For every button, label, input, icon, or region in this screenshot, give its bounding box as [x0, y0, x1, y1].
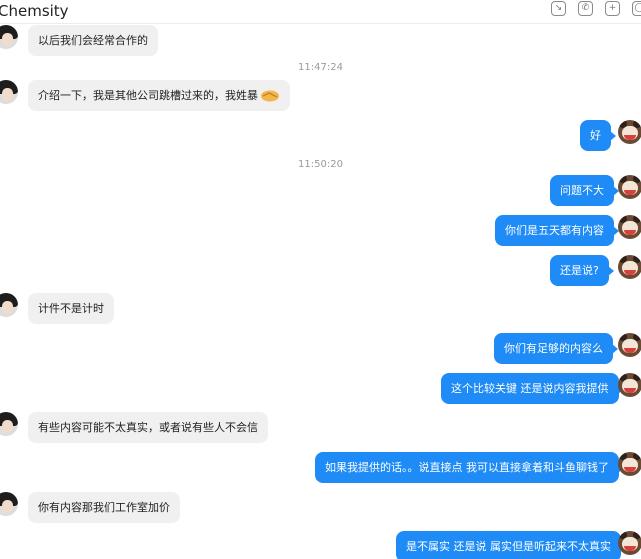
contact-avatar[interactable]: [0, 25, 18, 49]
message-bubble-outgoing[interactable]: 问题不大: [550, 175, 619, 206]
my-avatar[interactable]: [618, 215, 641, 239]
message-bubble-outgoing[interactable]: 这个比较关键 还是说内容我提供: [441, 373, 623, 404]
minimize-icon[interactable]: ↘: [551, 1, 566, 16]
message-bubble-outgoing[interactable]: 还是说?: [550, 255, 614, 286]
more-icon[interactable]: ◯: [632, 1, 641, 16]
contact-avatar[interactable]: [0, 492, 18, 516]
message-bubble-outgoing[interactable]: 是不属实 还是说 属实但是听起来不太真实: [396, 531, 626, 559]
my-avatar[interactable]: [618, 333, 641, 357]
contact-avatar[interactable]: [0, 412, 18, 436]
message-bubble-outgoing[interactable]: 如果我提供的话。。说直接点 我可以直接拿着和斗鱼聊钱了: [315, 452, 624, 483]
message-bubble-outgoing[interactable]: 你们有足够的内容么: [494, 333, 618, 364]
chat-header: Chemsity ↘ ✆ + ◯: [0, 0, 641, 24]
chat-title: Chemsity: [0, 2, 69, 20]
handshake-icon: [261, 90, 279, 102]
message-bubble-incoming[interactable]: 你有内容那我们工作室加价: [28, 492, 180, 523]
contact-avatar[interactable]: [0, 293, 18, 317]
my-avatar[interactable]: [618, 452, 641, 476]
my-avatar[interactable]: [618, 373, 641, 397]
message-bubble-incoming[interactable]: 有些内容可能不太真实，或者说有些人不会信: [28, 412, 268, 443]
message-bubble-incoming[interactable]: 介绍一下，我是其他公司跳槽过来的，我姓暴: [28, 80, 290, 111]
message-bubble-outgoing[interactable]: 你们是五天都有内容: [495, 215, 619, 246]
my-avatar[interactable]: [618, 531, 641, 555]
message-text: 介绍一下，我是其他公司跳槽过来的，我姓暴: [38, 89, 258, 102]
phone-icon[interactable]: ✆: [578, 1, 593, 16]
my-avatar[interactable]: [618, 120, 641, 144]
message-bubble-incoming[interactable]: 计件不是计时: [28, 293, 114, 324]
chat-area: 以后我们会经常合作的 11:47:24 介绍一下，我是其他公司跳槽过来的，我姓暴…: [0, 25, 641, 559]
timestamp: 11:50:20: [298, 159, 343, 170]
contact-avatar[interactable]: [0, 80, 18, 104]
my-avatar[interactable]: [618, 255, 641, 279]
add-icon[interactable]: +: [605, 1, 620, 16]
timestamp: 11:47:24: [298, 62, 343, 73]
message-bubble-incoming[interactable]: 以后我们会经常合作的: [28, 25, 158, 56]
message-bubble-outgoing[interactable]: 好: [580, 120, 616, 151]
my-avatar[interactable]: [618, 175, 641, 199]
